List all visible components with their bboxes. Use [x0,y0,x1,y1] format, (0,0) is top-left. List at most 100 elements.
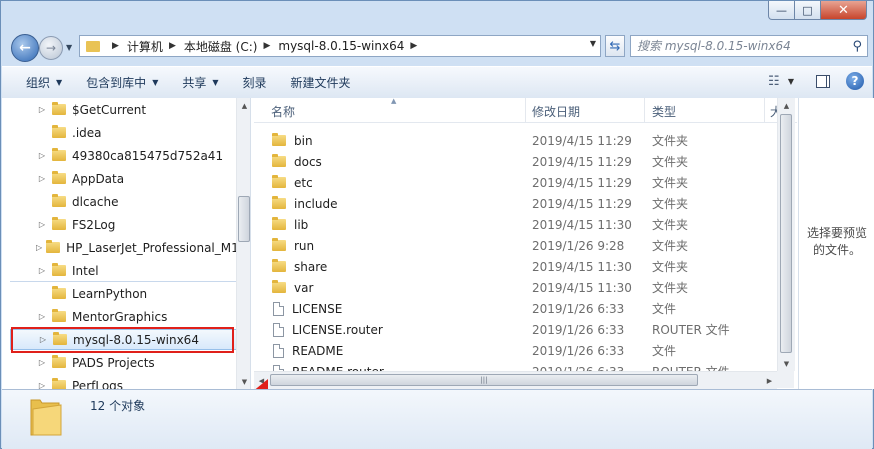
expand-arrow-icon[interactable]: ▷ [36,243,42,252]
file-row[interactable]: lib 2019/4/15 11:30 文件夹 [270,214,780,235]
scroll-right-icon[interactable]: ▶ [762,373,777,388]
tree-item[interactable]: ▷ AppData [10,168,238,189]
tree-item[interactable]: ▷ 49380ca815475d752a41 [10,145,238,166]
tree-item-label: PerfLogs [72,378,124,390]
column-divider[interactable] [644,98,645,122]
column-type[interactable]: 类型 [652,103,676,120]
scroll-up-icon[interactable]: ▲ [237,98,250,113]
folder-icon [52,355,66,368]
recent-pages-dropdown[interactable]: ▼ [66,43,72,52]
preview-pane-icon[interactable] [816,74,830,88]
breadcrumb-drive-c[interactable]: 本地磁盘 (C:) ▶ [184,38,279,55]
tree-item[interactable]: ▷ Intel [10,260,238,282]
file-list-hscrollbar[interactable]: ◀ ||| ▶ [254,371,777,389]
minimize-button[interactable]: — [768,1,795,20]
include-in-library-menu[interactable]: 包含到库中 ▼ [79,72,165,94]
tree-item[interactable]: ▷ LearnPython [10,283,238,304]
expand-arrow-icon[interactable]: ▷ [36,151,48,160]
search-icon[interactable]: ⚲ [852,39,862,54]
file-row[interactable]: docs 2019/4/15 11:29 文件夹 [270,151,780,172]
column-divider[interactable] [525,98,526,122]
file-row[interactable]: run 2019/1/26 9:28 文件夹 [270,235,780,256]
file-row[interactable]: share 2019/4/15 11:30 文件夹 [270,256,780,277]
tree-item[interactable]: ▷ HP_LaserJet_Professional_M1 [10,237,239,258]
search-box[interactable]: ⚲ [630,35,868,57]
chevron-down-icon: ▼ [152,78,159,87]
scroll-up-icon[interactable]: ▲ [778,98,795,113]
file-row[interactable]: README 2019/1/26 6:33 文件 [270,340,780,361]
file-name-cell: LICENSE [270,301,342,316]
file-row[interactable]: bin 2019/4/15 11:29 文件夹 [270,130,780,151]
expand-arrow-icon[interactable]: ▷ [36,266,48,275]
file-type: 文件夹 [652,260,689,274]
navigation-pane: ▷$GetCurrent▷.idea▷49380ca815475d752a41▷… [2,98,251,389]
file-date: 2019/4/15 11:29 [532,154,632,169]
arrow-right-icon: → [45,41,57,55]
main-area: ▷$GetCurrent▷.idea▷49380ca815475d752a41▷… [2,98,874,442]
tree-item[interactable]: ▷ .idea [10,122,238,143]
expand-arrow-icon: ▷ [36,197,48,206]
burn-button[interactable]: 刻录 [236,72,274,94]
expand-arrow-icon: ▷ [36,289,48,298]
tree-item[interactable]: ▷ $GetCurrent [10,99,238,120]
file-row[interactable]: include 2019/4/15 11:29 文件夹 [270,193,780,214]
tree-item[interactable]: ▷ PADS Projects [10,352,238,373]
explorer-window: — □ ✕ ← → ▼ ▶ 计算机 ▶ 本地磁盘 (C:) ▶ mysql-8.0.… [0,0,874,449]
file-name-cell: include [270,196,337,211]
share-label: 共享 [182,76,207,90]
file-type: 文件夹 [652,239,689,253]
scroll-down-icon[interactable]: ▼ [778,356,795,371]
address-dropdown-icon[interactable]: ▼ [590,39,596,48]
tree-item[interactable]: ▷ FS2Log [10,214,238,235]
breadcrumb-computer[interactable]: 计算机 ▶ [127,38,184,55]
folder-icon [272,259,286,272]
file-row[interactable]: etc 2019/4/15 11:29 文件夹 [270,172,780,193]
file-type: 文件 [652,344,677,358]
close-button[interactable]: ✕ [821,1,867,20]
view-dropdown-icon[interactable]: ▼ [788,77,794,86]
folder-icon [52,378,66,389]
column-divider[interactable] [764,98,765,122]
new-folder-button[interactable]: 新建文件夹 [284,72,358,94]
file-row[interactable]: LICENSE.router 2019/1/26 6:33 ROUTER 文件 [270,319,780,340]
file-name: share [294,259,328,274]
file-name-cell: share [270,259,328,274]
column-date[interactable]: 修改日期 [532,103,580,120]
nav-scrollbar[interactable]: ▲ ▼ [236,98,250,389]
file-date: 2019/4/15 11:29 [532,133,632,148]
file-hscroll-thumb[interactable]: ||| [270,374,698,386]
file-name-cell: lib [270,217,308,232]
tree-item[interactable]: ▷ dlcache [10,191,238,212]
file-row[interactable]: LICENSE 2019/1/26 6:33 文件 [270,298,780,319]
view-options-icon[interactable]: ☷ [764,71,784,91]
expand-arrow-icon[interactable]: ▷ [36,312,48,321]
maximize-button[interactable]: □ [795,1,821,20]
share-menu[interactable]: 共享 ▼ [175,72,225,94]
folder-icon [52,102,66,115]
expand-arrow-icon: ▷ [36,128,48,137]
address-bar[interactable]: ▶ 计算机 ▶ 本地磁盘 (C:) ▶ mysql-8.0.15-winx64 ▶ ▼ [79,35,601,57]
nav-scroll-thumb[interactable] [238,196,250,242]
expand-arrow-icon[interactable]: ▷ [36,220,48,229]
expand-arrow-icon[interactable]: ▷ [36,381,48,389]
expand-arrow-icon[interactable]: ▷ [36,358,48,367]
back-button[interactable]: ← [11,34,39,62]
file-row[interactable]: var 2019/4/15 11:30 文件夹 [270,277,780,298]
breadcrumb-label: mysql-8.0.15-winx64 [278,39,405,53]
refresh-button[interactable]: ⇆ [605,35,625,57]
organize-menu[interactable]: 组织 ▼ [19,72,69,94]
folder-icon [52,309,66,322]
breadcrumb-sep[interactable]: ▶ [106,41,127,51]
breadcrumb-mysql-folder[interactable]: mysql-8.0.15-winx64 ▶ [278,39,425,53]
tree-item[interactable]: ▷ MentorGraphics [10,306,238,327]
expand-arrow-icon[interactable]: ▷ [36,174,48,183]
file-list-vscrollbar[interactable]: ▲ ▼ [777,98,795,371]
column-name[interactable]: 名称 [271,103,295,120]
expand-arrow-icon[interactable]: ▷ [36,105,48,114]
tree-item-label: dlcache [72,194,119,209]
file-vscroll-thumb[interactable] [780,114,792,353]
help-icon[interactable]: ? [846,72,864,90]
tree-item[interactable]: ▷ PerfLogs [10,375,238,389]
search-input[interactable] [635,38,849,54]
forward-button[interactable]: → [39,36,63,60]
